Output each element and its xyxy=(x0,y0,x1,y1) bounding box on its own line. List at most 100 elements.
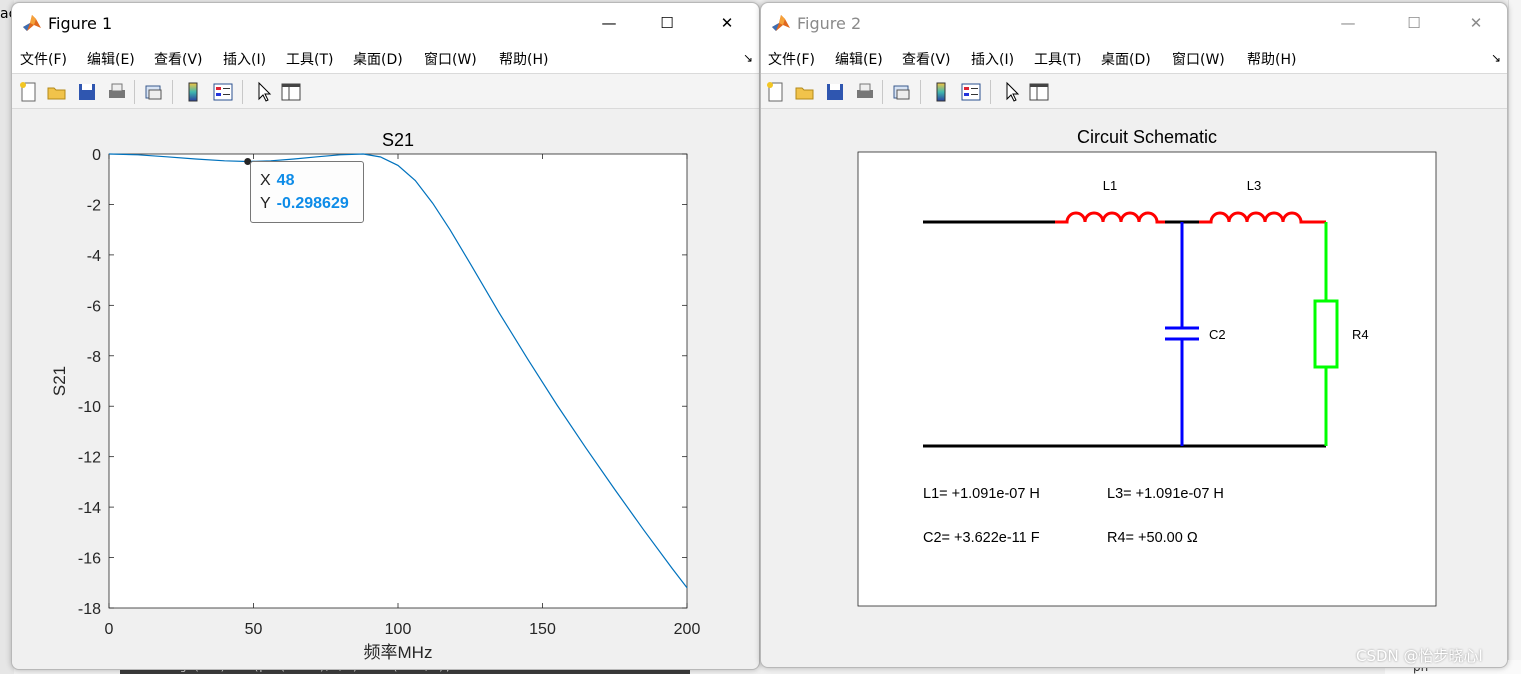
maximize-button[interactable]: ☐ xyxy=(1391,9,1437,37)
label-l1: L1 xyxy=(1103,178,1117,193)
toolbar-separator xyxy=(172,80,173,104)
datatip-y-value: -0.298629 xyxy=(276,195,349,212)
y-tick-label: 0 xyxy=(92,147,101,164)
value-l3: L3= +1.091e-07 H xyxy=(1107,486,1224,502)
y-tick-label: -12 xyxy=(78,450,101,467)
y-tick-label: -2 xyxy=(87,197,101,214)
value-c2: C2= +3.622e-11 F xyxy=(923,530,1040,546)
window-title: Figure 2 xyxy=(797,14,862,33)
toolbar-separator xyxy=(134,80,135,104)
x-tick-label: 200 xyxy=(674,621,701,638)
matlab-icon xyxy=(23,15,41,31)
figure2-window: Figure 2 — ☐ ✕ 文件(F) 编辑(E) 查看(V) 插入(I) 工… xyxy=(760,2,1508,668)
menu-view[interactable]: 查看(V) xyxy=(902,49,951,69)
menu-edit[interactable]: 编辑(E) xyxy=(87,49,135,69)
legend-icon[interactable] xyxy=(960,81,982,103)
window-title: Figure 1 xyxy=(48,14,113,33)
y-tick-label: -16 xyxy=(78,551,101,568)
figure2-canvas: Circuit Schematic L1 L3 C2 R4 L1= +1.091… xyxy=(761,109,1507,667)
figure1-toolbar xyxy=(12,73,759,109)
minimize-button[interactable]: — xyxy=(1325,9,1371,37)
background-right-panel xyxy=(1508,0,1521,674)
datatip-x-row: X 48 xyxy=(260,172,294,190)
menu-overflow-icon[interactable]: ↘ xyxy=(743,51,753,65)
datatip-y-row: Y -0.298629 xyxy=(260,195,349,213)
open-file-icon[interactable] xyxy=(46,81,68,103)
print-icon[interactable] xyxy=(854,81,876,103)
y-tick-label: -6 xyxy=(87,298,101,315)
new-figure-icon[interactable] xyxy=(18,81,40,103)
schematic-title: Circuit Schematic xyxy=(1077,127,1217,147)
toolbar-separator xyxy=(882,80,883,104)
open-file-icon[interactable] xyxy=(794,81,816,103)
property-inspector-icon[interactable] xyxy=(1028,81,1050,103)
menu-view[interactable]: 查看(V) xyxy=(154,49,203,69)
s21-chart: 0 50 100 150 200 0 -2 -4 -6 -8 -10 -12 -14 -16 -18 S21 频… xyxy=(50,130,701,662)
label-c2: C2 xyxy=(1209,327,1226,342)
menu-file[interactable]: 文件(F) xyxy=(768,49,815,69)
print-icon[interactable] xyxy=(106,81,128,103)
colorbar-icon[interactable] xyxy=(182,81,204,103)
menu-overflow-icon[interactable]: ↘ xyxy=(1491,51,1501,65)
menu-edit[interactable]: 编辑(E) xyxy=(835,49,883,69)
value-r4: R4= +50.00 Ω xyxy=(1107,530,1198,546)
menu-desktop[interactable]: 桌面(D) xyxy=(353,49,403,69)
watermark: CSDN @怡步晓心l xyxy=(1356,647,1483,665)
datatip-x-value: 48 xyxy=(276,172,295,189)
figure1-titlebar[interactable]: Figure 1 — ☐ ✕ xyxy=(12,3,759,43)
menu-desktop[interactable]: 桌面(D) xyxy=(1101,49,1151,69)
x-axis-label: 频率MHz xyxy=(364,643,433,662)
maximize-button[interactable]: ☐ xyxy=(644,9,690,37)
figure1-window: Figure 1 — ☐ ✕ 文件(F) 编辑(E) 查看(V) 插入(I) 工… xyxy=(11,2,760,670)
y-tick-label: -18 xyxy=(78,601,101,618)
menu-insert[interactable]: 插入(I) xyxy=(223,49,266,69)
figure2-toolbar xyxy=(761,73,1507,109)
datatip-x-label: X xyxy=(260,172,271,189)
menu-insert[interactable]: 插入(I) xyxy=(971,49,1014,69)
label-r4: R4 xyxy=(1352,327,1369,342)
pointer-icon[interactable] xyxy=(253,81,275,103)
pointer-icon[interactable] xyxy=(1001,81,1023,103)
figure2-menubar: 文件(F) 编辑(E) 查看(V) 插入(I) 工具(T) 桌面(D) 窗口(W… xyxy=(761,43,1507,73)
figure1-canvas: 0 50 100 150 200 0 -2 -4 -6 -8 -10 -12 -14 -16 -18 S21 频… xyxy=(12,109,759,669)
x-tick-label: 100 xyxy=(385,621,412,638)
menu-window[interactable]: 窗口(W) xyxy=(1172,49,1225,69)
y-tick-label: -14 xyxy=(78,500,101,517)
legend-icon[interactable] xyxy=(212,81,234,103)
y-axis-label: S21 xyxy=(50,366,69,396)
minimize-button[interactable]: — xyxy=(586,9,632,37)
label-l3: L3 xyxy=(1247,178,1261,193)
new-figure-icon[interactable] xyxy=(765,81,787,103)
toolbar-separator xyxy=(920,80,921,104)
figure1-menubar: 文件(F) 编辑(E) 查看(V) 插入(I) 工具(T) 桌面(D) 窗口(W… xyxy=(12,43,759,73)
property-inspector-icon[interactable] xyxy=(280,81,302,103)
data-tip[interactable]: X 48 Y -0.298629 xyxy=(250,161,364,223)
print-preview-icon[interactable] xyxy=(143,81,165,103)
menu-help[interactable]: 帮助(H) xyxy=(1247,49,1296,69)
plot-area xyxy=(108,153,688,609)
menu-help[interactable]: 帮助(H) xyxy=(499,49,548,69)
colorbar-icon[interactable] xyxy=(930,81,952,103)
toolbar-separator xyxy=(242,80,243,104)
close-button[interactable]: ✕ xyxy=(1453,9,1499,37)
close-button[interactable]: ✕ xyxy=(704,9,750,37)
save-icon[interactable] xyxy=(76,81,98,103)
menu-window[interactable]: 窗口(W) xyxy=(424,49,477,69)
datatip-y-label: Y xyxy=(260,195,271,212)
toolbar-separator xyxy=(990,80,991,104)
y-tick-label: -8 xyxy=(87,349,101,366)
x-tick-label: 50 xyxy=(245,621,263,638)
y-tick-label: -4 xyxy=(87,248,101,265)
x-tick-label: 0 xyxy=(105,621,114,638)
figure2-titlebar[interactable]: Figure 2 — ☐ ✕ xyxy=(761,3,1507,43)
menu-tools[interactable]: 工具(T) xyxy=(1034,49,1081,69)
matlab-icon xyxy=(772,15,790,31)
menu-file[interactable]: 文件(F) xyxy=(20,49,67,69)
y-tick-label: -10 xyxy=(78,399,101,416)
menu-tools[interactable]: 工具(T) xyxy=(286,49,333,69)
value-l1: L1= +1.091e-07 H xyxy=(923,486,1040,502)
save-icon[interactable] xyxy=(824,81,846,103)
print-preview-icon[interactable] xyxy=(891,81,913,103)
chart-title: S21 xyxy=(382,130,414,150)
x-tick-label: 150 xyxy=(529,621,556,638)
